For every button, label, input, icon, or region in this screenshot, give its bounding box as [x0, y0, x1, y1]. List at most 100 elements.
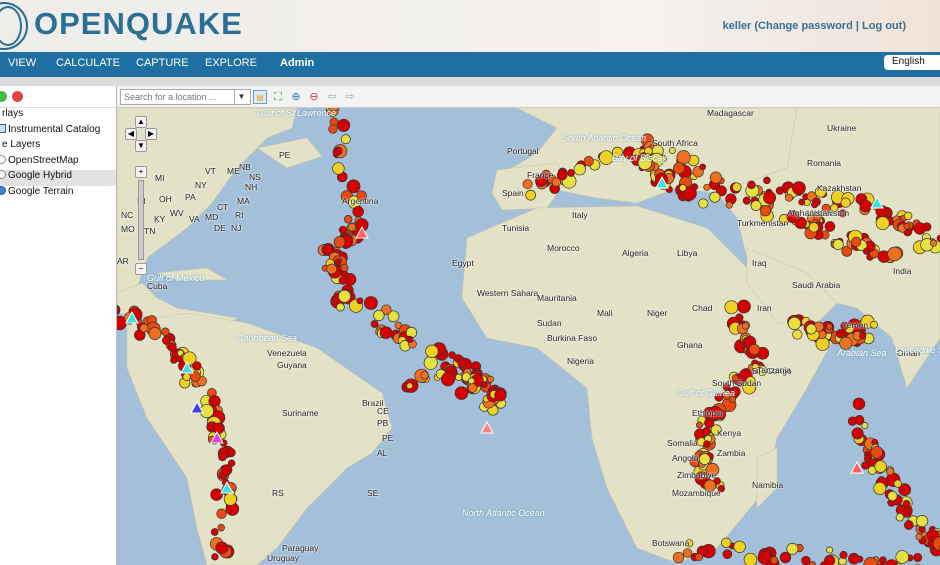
pan-down-button[interactable]: ▼	[135, 140, 147, 152]
earthquake-marker[interactable]	[698, 453, 711, 465]
earthquake-marker[interactable]	[879, 556, 887, 564]
earthquake-marker[interactable]	[859, 199, 872, 213]
earthquake-marker[interactable]	[139, 323, 149, 333]
earthquake-marker[interactable]	[902, 499, 911, 508]
earthquake-marker[interactable]	[737, 299, 751, 314]
earthquake-marker[interactable]	[406, 335, 414, 343]
nav-view[interactable]: VIEW	[8, 57, 36, 69]
earthquake-marker[interactable]	[340, 263, 349, 272]
zoom-out-button[interactable]: −	[135, 263, 147, 275]
earthquake-marker[interactable]	[775, 186, 785, 195]
earthquake-marker[interactable]	[886, 467, 895, 476]
earthquake-marker[interactable]	[732, 182, 742, 192]
earthquake-marker[interactable]	[673, 162, 685, 175]
earthquake-marker[interactable]	[759, 205, 772, 217]
add-layer-icon[interactable]	[0, 91, 7, 102]
earthquake-marker[interactable]	[875, 216, 890, 231]
earthquake-marker[interactable]	[162, 336, 171, 345]
earthquake-marker[interactable]	[454, 386, 469, 400]
earthquake-marker[interactable]	[672, 551, 685, 564]
layer-google-hybrid[interactable]: Google Hybrid	[0, 170, 116, 186]
earthquake-marker[interactable]	[679, 184, 687, 192]
logout-link[interactable]: Log out	[862, 20, 902, 32]
earthquake-marker[interactable]	[851, 427, 864, 440]
radio-icon[interactable]	[0, 170, 6, 179]
earthquake-marker[interactable]	[903, 222, 911, 230]
earthquake-marker[interactable]	[170, 356, 178, 364]
username-link[interactable]: keller	[723, 20, 752, 32]
forward-arrow-icon[interactable]: ⇨	[343, 90, 357, 104]
earthquake-marker[interactable]	[494, 389, 507, 402]
location-search-input[interactable]: Search for a location ...	[120, 89, 251, 105]
earthquake-marker[interactable]	[347, 222, 357, 232]
earthquake-marker[interactable]	[792, 181, 806, 195]
zoom-in-box-icon[interactable]: ⊕	[289, 90, 303, 104]
earthquake-triangle-marker[interactable]	[480, 420, 494, 434]
earthquake-marker[interactable]	[721, 537, 732, 548]
earthquake-marker[interactable]	[211, 553, 219, 561]
earthquake-marker[interactable]	[895, 513, 905, 522]
change-password-link[interactable]: Change password	[758, 20, 853, 32]
earthquake-marker[interactable]	[742, 196, 751, 205]
earthquake-marker[interactable]	[221, 464, 233, 476]
legend-icon[interactable]: ▤	[253, 90, 267, 104]
earthquake-marker[interactable]	[210, 528, 219, 536]
earthquake-marker[interactable]	[332, 148, 341, 157]
earthquake-marker[interactable]	[873, 481, 887, 495]
earthquake-marker[interactable]	[682, 548, 693, 558]
earthquake-marker[interactable]	[929, 239, 938, 247]
earthquake-marker[interactable]	[556, 169, 568, 181]
earthquake-marker[interactable]	[770, 556, 779, 565]
earthquake-marker[interactable]	[808, 560, 817, 565]
nav-admin[interactable]: Admin	[280, 57, 314, 69]
earthquake-marker[interactable]	[851, 236, 862, 247]
earthquake-marker[interactable]	[573, 163, 586, 176]
earthquake-marker[interactable]	[824, 221, 836, 232]
earthquake-marker[interactable]	[676, 150, 691, 165]
back-arrow-icon[interactable]: ⇦	[325, 90, 339, 104]
earthquake-marker[interactable]	[852, 397, 866, 411]
earthquake-marker[interactable]	[722, 549, 733, 560]
earthquake-marker[interactable]	[352, 205, 364, 218]
earthquake-marker[interactable]	[748, 343, 760, 356]
earthquake-marker[interactable]	[455, 373, 463, 381]
earthquake-marker[interactable]	[825, 323, 833, 331]
earthquake-marker[interactable]	[334, 258, 342, 266]
pan-right-button[interactable]: ▶	[145, 128, 157, 140]
earthquake-marker[interactable]	[215, 541, 229, 555]
earthquake-marker[interactable]	[212, 422, 225, 435]
earthquake-marker[interactable]	[525, 189, 537, 201]
earthquake-marker[interactable]	[874, 460, 887, 473]
logo[interactable]: OPENQUAKE	[34, 6, 243, 42]
radio-icon[interactable]	[0, 154, 6, 164]
earthquake-marker[interactable]	[733, 540, 746, 553]
earthquake-marker[interactable]	[696, 421, 703, 429]
earthquake-marker[interactable]	[709, 171, 722, 184]
pan-up-button[interactable]: ▲	[135, 116, 147, 128]
earthquake-marker[interactable]	[870, 445, 883, 459]
earthquake-marker[interactable]	[370, 320, 379, 328]
earthquake-marker[interactable]	[709, 191, 721, 203]
earthquake-marker[interactable]	[328, 124, 338, 134]
language-select[interactable]: English	[884, 55, 940, 70]
earthquake-marker[interactable]	[703, 183, 711, 191]
remove-layer-icon[interactable]	[12, 91, 23, 102]
layer-openstreetmap[interactable]: OpenStreetMap	[0, 154, 116, 171]
earthquake-marker[interactable]	[340, 134, 351, 145]
earthquake-marker[interactable]	[336, 302, 345, 312]
earthquake-marker[interactable]	[567, 169, 575, 177]
earthquake-marker[interactable]	[848, 552, 860, 565]
map-canvas[interactable]: Gulf of St Lawrence NB PE NS VT ME NY NH MA CT RI P…	[117, 108, 940, 565]
earthquake-marker[interactable]	[364, 296, 378, 310]
earthquake-marker[interactable]	[216, 508, 227, 519]
earthquake-marker[interactable]	[373, 309, 385, 322]
earthquake-marker[interactable]	[182, 372, 191, 381]
earthquake-marker[interactable]	[423, 355, 438, 370]
earthquake-marker[interactable]	[915, 533, 923, 541]
earthquake-marker[interactable]	[725, 201, 733, 209]
earthquake-marker[interactable]	[217, 523, 225, 532]
earthquake-marker[interactable]	[862, 247, 870, 255]
earthquake-marker[interactable]	[379, 326, 393, 340]
earthquake-marker[interactable]	[826, 546, 834, 554]
earthquake-marker[interactable]	[337, 118, 351, 132]
